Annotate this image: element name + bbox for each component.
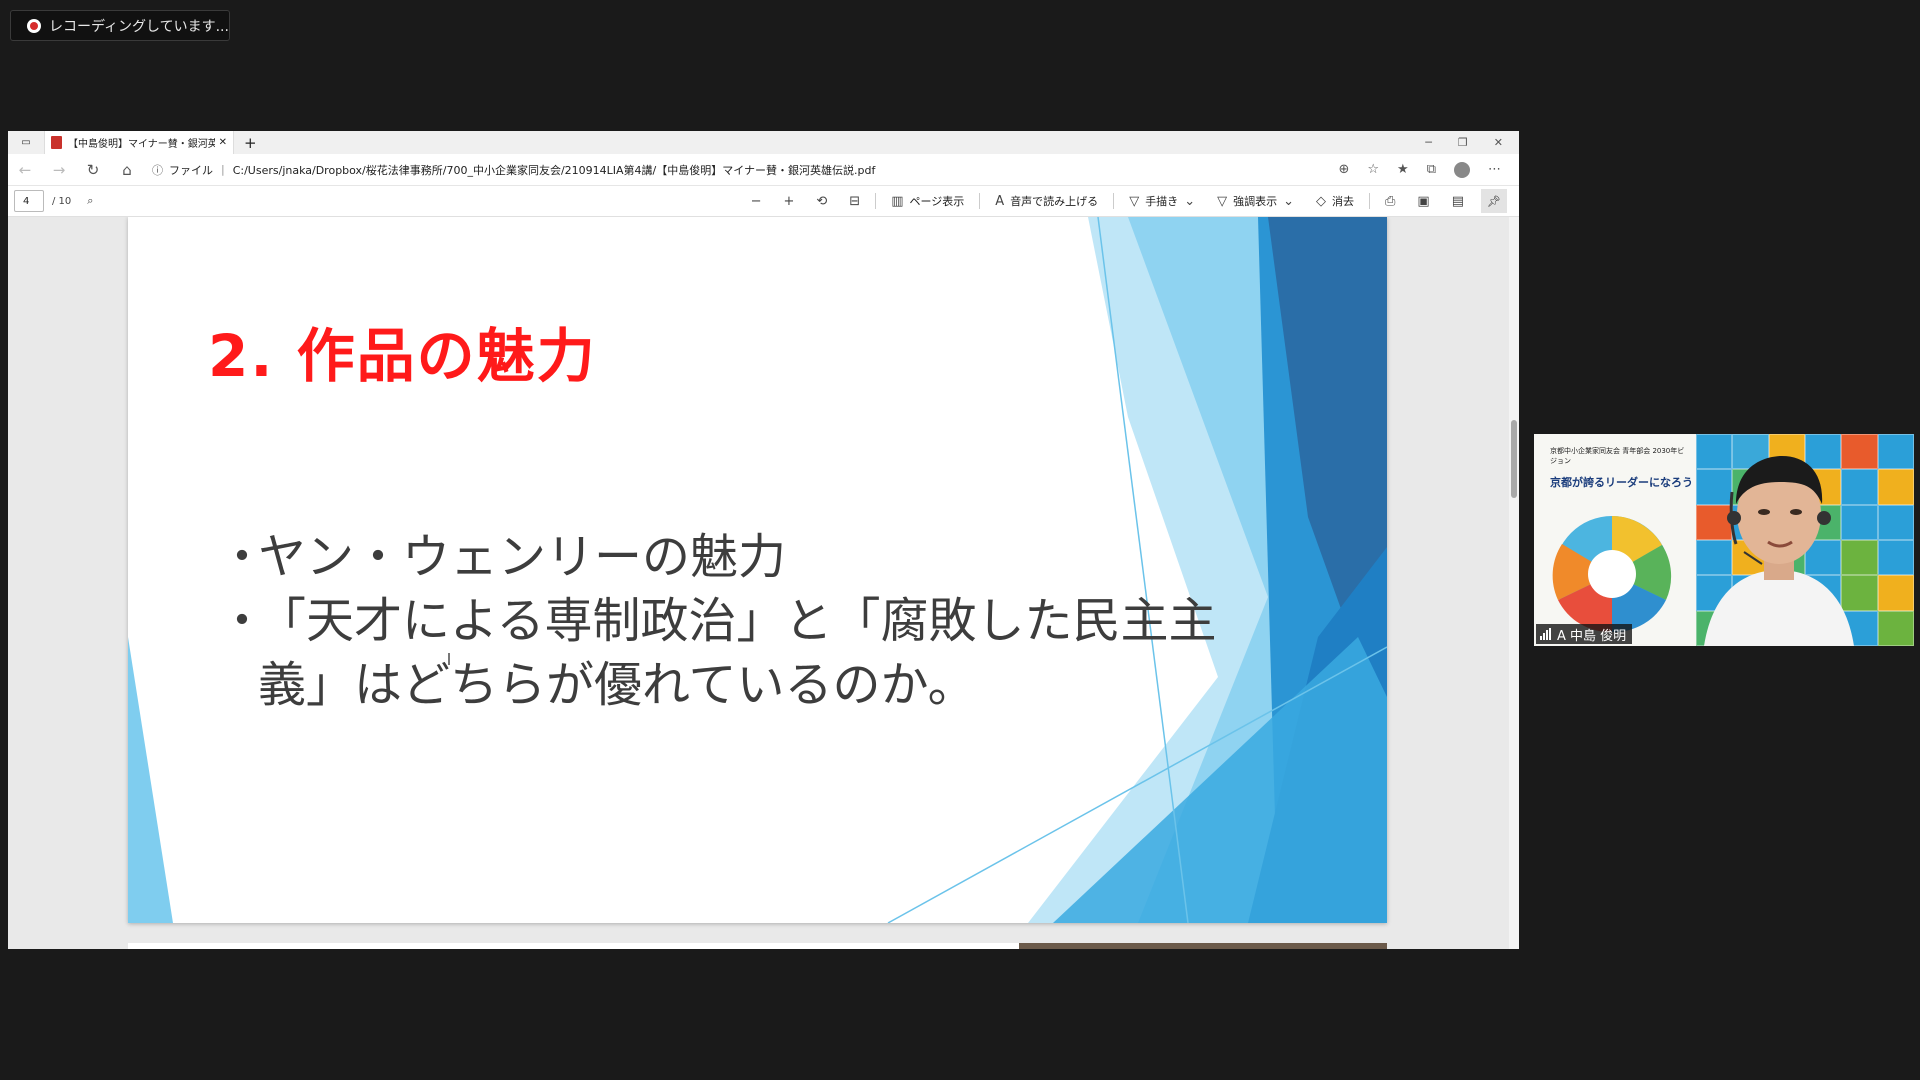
recording-label: レコーディングしています... xyxy=(49,18,229,35)
highlight-label: 強調表示 xyxy=(1233,195,1278,208)
pdf-viewer[interactable]: 2. 作品の魅力 ・ ヤン・ウェンリーの魅力 ・ 「天才による専制政治」と「腐敗… xyxy=(8,217,1519,949)
bullet-glyph: ・ xyxy=(218,593,267,649)
pdf-tools: − + ⟲ ⊟ ▥ ページ表示 A︎ 音声で読み上げる ▽ 手描き ⌄ ▽ 強調表示 ⌄ ◇… xyxy=(740,189,1519,213)
restore-icon[interactable]: ❐ xyxy=(1458,136,1468,149)
signal-strength-icon xyxy=(1540,628,1551,640)
close-tab-icon[interactable]: ✕ xyxy=(219,137,227,148)
bullet-text: 「天才による専制政治」と「腐敗した民主主義」はどちらが優れているのか。 xyxy=(258,593,1217,713)
minimize-icon[interactable]: ─ xyxy=(1425,136,1432,149)
zoom-icon[interactable]: ⊕ xyxy=(1338,162,1349,178)
record-icon xyxy=(27,18,41,33)
slide-page: 2. 作品の魅力 ・ ヤン・ウェンリーの魅力 ・ 「天才による専制政治」と「腐敗… xyxy=(128,217,1387,923)
bullet-text: ヤン・ウェンリーの魅力 xyxy=(258,529,787,585)
participant-name: A 中島 俊明 xyxy=(1557,628,1627,644)
slide-bullets: ・ ヤン・ウェンリーの魅力 ・ 「天才による専制政治」と「腐敗した民主主義」はど… xyxy=(218,525,1218,717)
read-aloud-icon: A︎ xyxy=(995,193,1005,209)
rotate-button[interactable]: ⟲ xyxy=(805,194,838,209)
eraser-icon: ◇ xyxy=(1316,193,1326,209)
next-slide-page xyxy=(128,943,1387,949)
tab-title: 【中島俊明】マイナー賛・銀河英雄伝説.pdf xyxy=(68,139,215,150)
tab-bar: ▭ 【中島俊明】マイナー賛・銀河英雄伝説.pdf ✕ + ─ ❐ ✕ xyxy=(8,131,1519,154)
profile-avatar[interactable] xyxy=(1454,161,1470,178)
page-current: 4 xyxy=(23,195,30,207)
bullet-item: ・ ヤン・ウェンリーの魅力 xyxy=(218,525,1218,589)
toolbar-divider xyxy=(979,193,981,209)
pin-icon: 📌︎ xyxy=(1487,194,1501,208)
chevron-down-icon[interactable]: ⌄ xyxy=(1184,194,1195,209)
print-icon: ⎙ xyxy=(1385,193,1396,209)
bullet-item: ・ 「天才による専制政治」と「腐敗した民主主義」はどちらが優れているのか。 xyxy=(218,589,1218,717)
print-button[interactable]: ⎙ xyxy=(1374,194,1406,209)
pdf-icon xyxy=(51,136,62,149)
text-cursor xyxy=(448,653,450,665)
url-field[interactable]: ⓘ ファイル | C:/Users/jnaka/Dropbox/桜花法律事務所/… xyxy=(152,158,1272,182)
draw-button[interactable]: ▽ 手描き ⌄ xyxy=(1118,193,1206,209)
more-icon[interactable]: ⋯ xyxy=(1488,162,1501,178)
plus-icon: + xyxy=(783,193,795,209)
info-icon[interactable]: ⓘ xyxy=(152,162,163,178)
page-view-label: ページ表示 xyxy=(909,195,965,208)
url-separator: | xyxy=(221,163,225,176)
address-bar: ← → ↻ ⌂ ⓘ ファイル | C:/Users/jnaka/Dropbox/… xyxy=(8,154,1519,186)
chevron-down-icon[interactable]: ⌄ xyxy=(1283,194,1294,209)
favorites-icon[interactable]: ★ xyxy=(1397,162,1409,178)
highlight-icon: ▽ xyxy=(1217,193,1228,209)
save-icon: ▣ xyxy=(1417,193,1430,209)
erase-label: 消去 xyxy=(1332,195,1354,208)
save-as-icon: ▤ xyxy=(1451,193,1464,209)
participant-name-bar: A 中島 俊明 xyxy=(1536,624,1633,644)
search-icon[interactable]: ⌕ xyxy=(87,194,93,208)
tab-actions-icon[interactable]: ▭ xyxy=(8,137,44,148)
back-icon[interactable]: ← xyxy=(8,161,42,179)
page-view-button[interactable]: ▥ ページ表示 xyxy=(880,193,975,209)
fit-icon: ⊟ xyxy=(849,193,861,209)
pin-toolbar-button[interactable]: 📌︎ xyxy=(1481,189,1507,213)
page-number-input[interactable]: 4 xyxy=(14,190,44,212)
tab-pdf[interactable]: 【中島俊明】マイナー賛・銀河英雄伝説.pdf ✕ xyxy=(44,131,234,154)
draw-label: 手描き xyxy=(1145,195,1179,208)
rotate-icon: ⟲ xyxy=(816,193,828,209)
toolbar-divider xyxy=(1369,193,1370,209)
toolbar-divider xyxy=(875,193,877,209)
save-button[interactable]: ▣ xyxy=(1406,194,1440,209)
highlight-button[interactable]: ▽ 強調表示 ⌄ xyxy=(1206,193,1305,209)
toolbar-divider xyxy=(1113,193,1115,209)
url-text: C:/Users/jnaka/Dropbox/桜花法律事務所/700_中小企業家… xyxy=(232,163,876,177)
video-thumbnail[interactable]: 京都中小企業家同友会 青年部会 2030年ビジョン 京都が誇るリーダーになろう xyxy=(1534,434,1914,646)
favorite-add-icon[interactable]: ☆ xyxy=(1367,162,1379,178)
vertical-scrollbar[interactable] xyxy=(1509,217,1519,949)
scrollbar-thumb[interactable] xyxy=(1511,420,1517,498)
poster-header: 京都中小企業家同友会 青年部会 2030年ビジョン xyxy=(1550,447,1685,465)
browser-window: ▭ 【中島俊明】マイナー賛・銀河英雄伝説.pdf ✕ + ─ ❐ ✕ ← → ↻… xyxy=(8,131,1519,949)
fit-page-button[interactable]: ⊟ xyxy=(838,194,871,209)
bullet-glyph: ・ xyxy=(218,529,267,585)
participant-video xyxy=(1704,456,1854,646)
erase-button[interactable]: ◇ 消去 xyxy=(1305,193,1365,209)
save-as-button[interactable]: ▤ xyxy=(1441,194,1475,209)
minus-icon: − xyxy=(750,193,762,209)
read-aloud-button[interactable]: A︎ 音声で読み上げる xyxy=(984,193,1109,209)
new-tab-button[interactable]: + xyxy=(244,134,257,152)
zoom-out-button[interactable]: − xyxy=(740,194,773,209)
collections-icon[interactable]: ⧉ xyxy=(1427,162,1436,178)
slide-title: 2. 作品の魅力 xyxy=(208,322,597,390)
next-slide-image xyxy=(1019,943,1387,949)
close-window-icon[interactable]: ✕ xyxy=(1494,136,1503,149)
browser-actions: ⊕ ☆ ★ ⧉ ⋯ xyxy=(1338,161,1519,178)
poster-headline: 京都が誇るリーダーになろう xyxy=(1550,476,1693,489)
poster-wheel-graphic xyxy=(1552,516,1672,633)
page-view-icon: ▥ xyxy=(891,193,904,209)
forward-icon[interactable]: → xyxy=(42,161,76,179)
recording-indicator: レコーディングしています... xyxy=(10,10,230,41)
page-total: / 10 xyxy=(52,195,72,207)
read-aloud-label: 音声で読み上げる xyxy=(1010,195,1099,208)
background-poster: 京都中小企業家同友会 青年部会 2030年ビジョン 京都が誇るリーダーになろう xyxy=(1534,434,1696,646)
url-prefix: ファイル xyxy=(169,163,213,177)
pdf-toolbar: 4 / 10 ⌕ − + ⟲ ⊟ ▥ ページ表示 A︎ 音声で読み上げる ▽ 手描き ⌄… xyxy=(8,186,1519,217)
window-controls: ─ ❐ ✕ xyxy=(1425,136,1519,149)
draw-icon: ▽ xyxy=(1129,193,1140,209)
zoom-in-button[interactable]: + xyxy=(772,194,805,209)
home-icon[interactable]: ⌂ xyxy=(110,161,144,179)
refresh-icon[interactable]: ↻ xyxy=(76,161,110,179)
